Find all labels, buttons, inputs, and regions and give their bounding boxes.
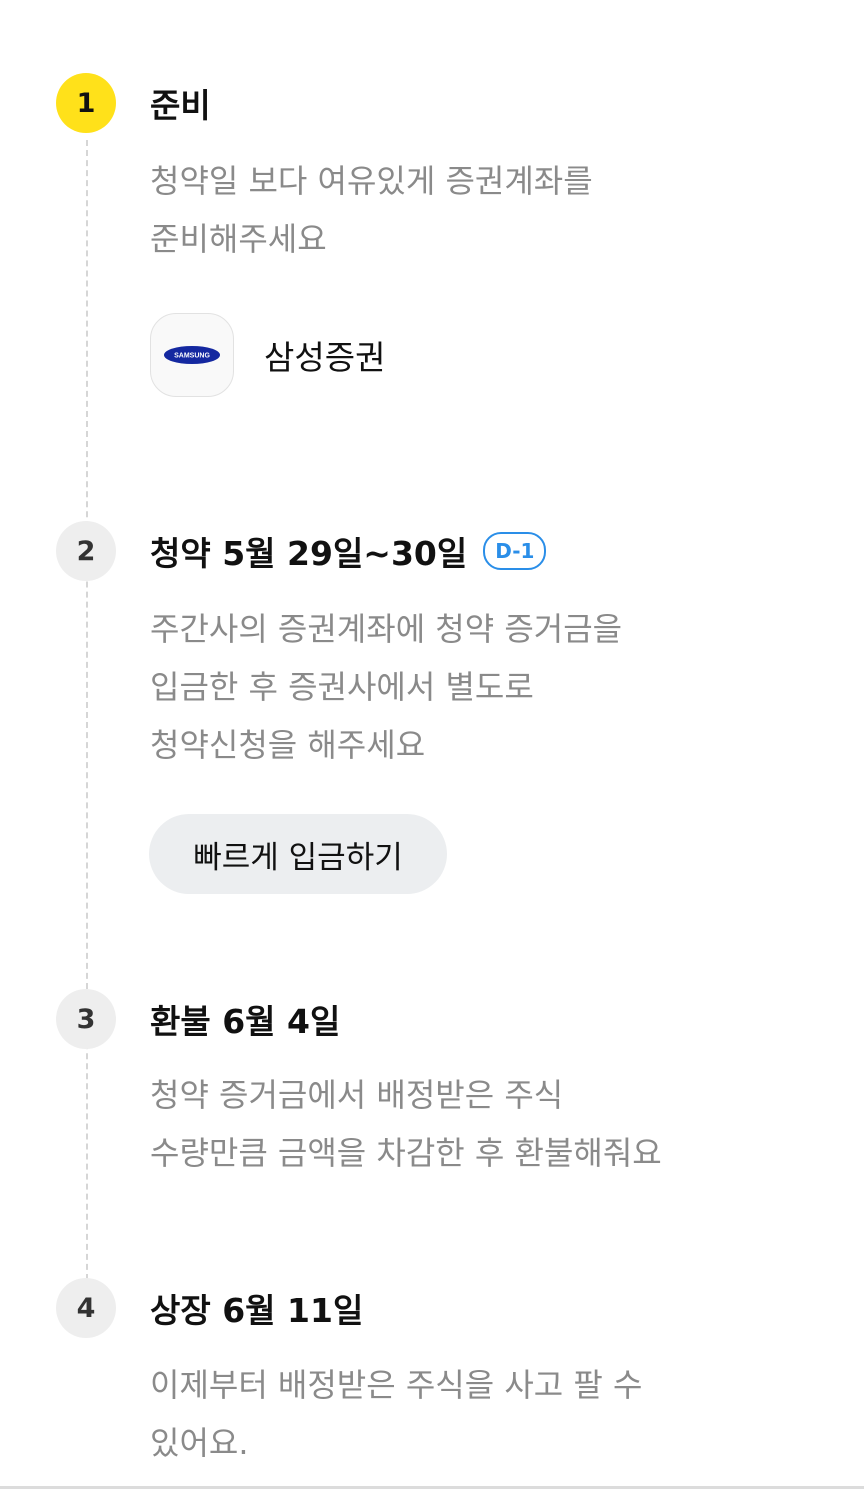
step-2-header: 청약 5월 29일~30일 D-1: [150, 521, 547, 581]
step-1-description: 청약일 보다 여유있게 증권계좌를 준비해주세요: [150, 152, 830, 268]
step-4-title: 상장 6월 11일: [150, 1291, 364, 1330]
step-3-description-line-2: 수량만큼 금액을 차감한 후 환불해줘요: [150, 1134, 662, 1172]
step-3-description-line-1: 청약 증거금에서 배정받은 주식: [150, 1076, 564, 1114]
samsung-logo-text: SAMSUNG: [174, 353, 210, 360]
step-2-description-line-1: 주간사의 증권계좌에 청약 증거금을: [150, 610, 623, 648]
step-1-description-line-1: 청약일 보다 여유있게 증권계좌를: [150, 162, 593, 200]
step-1-description-line-2: 준비해주세요: [150, 220, 327, 258]
d-day-badge: D-1: [483, 532, 547, 570]
step-4-number: 4: [56, 1278, 116, 1338]
step-2-description-line-3: 청약신청을 해주세요: [150, 726, 426, 764]
step-4-description-line-2: 있어요.: [150, 1424, 249, 1462]
step-3-number: 3: [56, 989, 116, 1049]
step-4-description-line-1: 이제부터 배정받은 주식을 사고 팔 수: [150, 1366, 643, 1404]
step-2-description-line-2: 입금한 후 증권사에서 별도로: [150, 668, 534, 706]
step-2-description: 주간사의 증권계좌에 청약 증거금을 입금한 후 증권사에서 별도로 청약신청을…: [150, 600, 830, 774]
step-2-title: 청약 5월 29일~30일: [150, 534, 468, 573]
broker-name: 삼성증권: [264, 338, 386, 377]
broker-item[interactable]: SAMSUNG 삼성증권: [150, 313, 385, 397]
step-1-title: 준비: [150, 86, 211, 125]
quick-deposit-button[interactable]: 빠르게 입금하기: [149, 814, 447, 894]
step-1-number: 1: [56, 73, 116, 133]
step-3-title: 환불 6월 4일: [150, 1002, 341, 1041]
samsung-logo-svg: SAMSUNG: [164, 346, 220, 364]
samsung-logo-icon: SAMSUNG: [150, 313, 234, 397]
timeline-line: [86, 140, 88, 1290]
step-4-description: 이제부터 배정받은 주식을 사고 팔 수 있어요.: [150, 1356, 830, 1472]
step-2-number: 2: [56, 521, 116, 581]
step-3-description: 청약 증거금에서 배정받은 주식 수량만큼 금액을 차감한 후 환불해줘요: [150, 1066, 830, 1182]
